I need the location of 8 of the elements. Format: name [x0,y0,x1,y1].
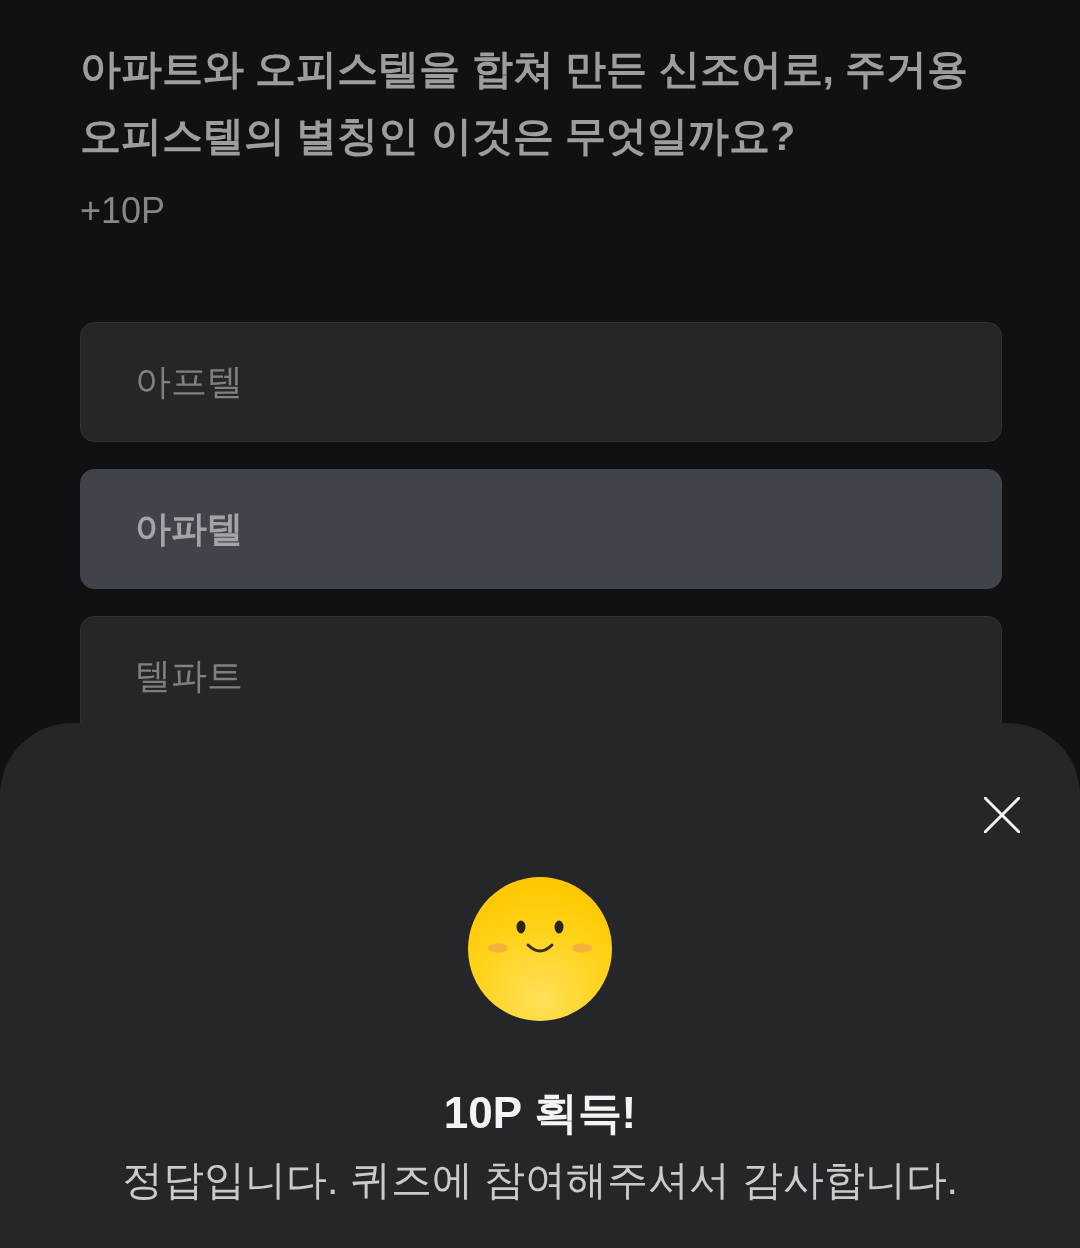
answer-option[interactable]: 아프텔 [80,322,1002,442]
result-title: 10P 획득! [443,1087,637,1139]
answer-option[interactable]: 아파텔 [80,469,1002,589]
result-message: 정답입니다. 퀴즈에 참여해주셔서 감사합니다. [122,1156,958,1205]
close-icon[interactable] [984,797,1020,833]
points-label: +10P [80,189,166,233]
smiley-face-icon [468,877,612,1021]
question-text: 아파트와 오피스텔을 합쳐 만든 신조어로, 주거용 오피스텔의 별칭인 이것은 무엇일까요? [80,45,970,161]
